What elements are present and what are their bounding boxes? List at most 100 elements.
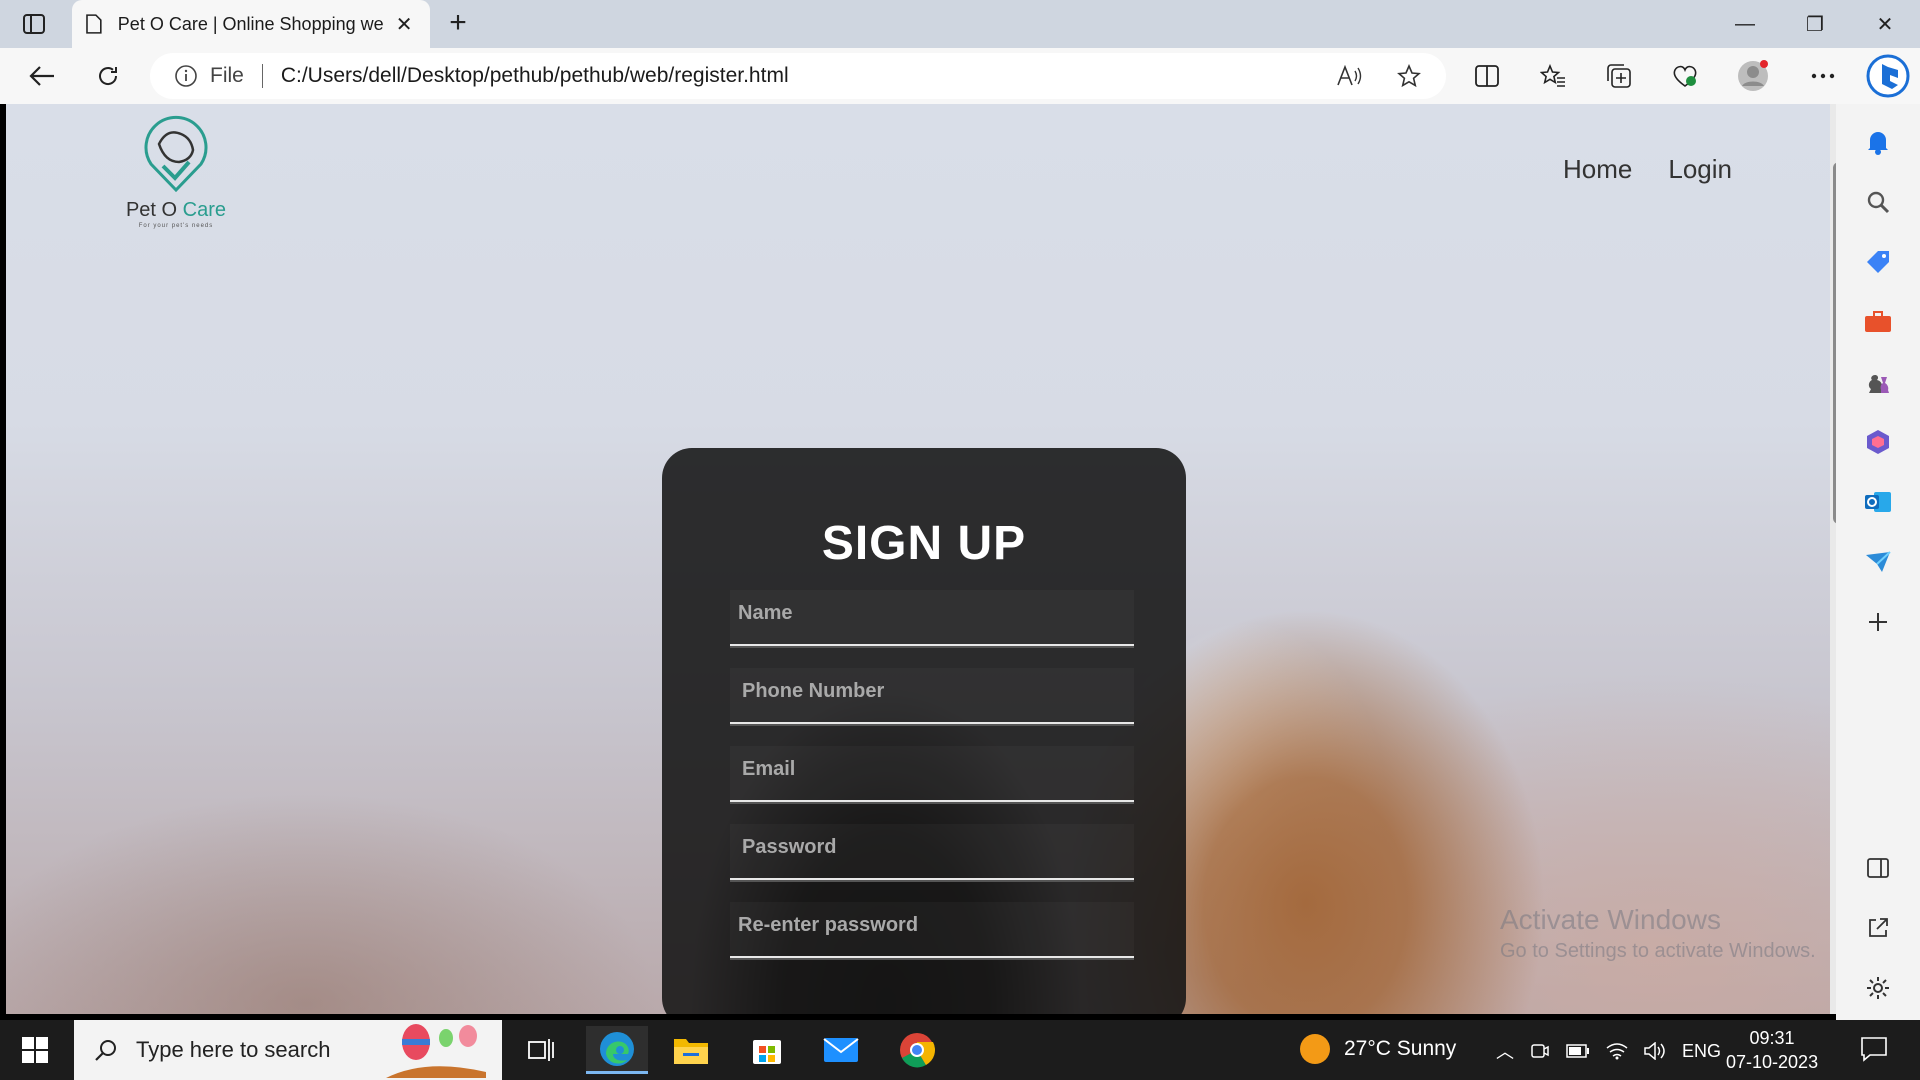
- password-field[interactable]: Password: [730, 824, 1134, 880]
- nav-login-link[interactable]: Login: [1668, 154, 1732, 185]
- profile-avatar[interactable]: [1735, 58, 1771, 94]
- chrome-browser-icon: [900, 1033, 935, 1068]
- logo-name-part1: Pet O: [125, 199, 183, 221]
- notification-bell-icon[interactable]: [1860, 124, 1896, 160]
- hide-sidebar-icon[interactable]: [1860, 850, 1896, 886]
- microsoft-365-icon[interactable]: [1860, 424, 1896, 460]
- phone-number-placeholder: Phone Number: [742, 680, 885, 702]
- file-explorer-taskbar-app[interactable]: [660, 1026, 722, 1074]
- search-icon: [95, 1040, 116, 1061]
- tab-actions-button[interactable]: [14, 8, 54, 40]
- windows-taskbar: Type here to search 27°C Sunny ︿ ENG 09:…: [0, 1020, 1920, 1080]
- task-view-icon: [528, 1039, 554, 1061]
- search-icon[interactable]: [1860, 184, 1896, 220]
- back-arrow-icon: [29, 66, 54, 86]
- windows-logo-icon: [22, 1037, 48, 1063]
- page-viewport: Pet O Care For your pet's needs Home Log…: [6, 104, 1830, 1014]
- open-external-icon[interactable]: [1860, 910, 1896, 946]
- folder-icon: [674, 1039, 708, 1064]
- logo-name-part2: Care: [182, 199, 227, 221]
- window-controls: — ❐ ✕: [1710, 0, 1920, 48]
- weather-widget[interactable]: 27°C Sunny: [1300, 1034, 1456, 1064]
- phone-number-field[interactable]: Phone Number: [730, 668, 1134, 724]
- address-bar[interactable]: File C:/Users/dell/Desktop/pethub/pethub…: [150, 53, 1446, 99]
- outlook-icon[interactable]: [1860, 484, 1896, 520]
- signup-card: SIGN UP Name Phone Number Email Password…: [662, 448, 1186, 1014]
- games-chess-icon[interactable]: [1860, 364, 1896, 400]
- chrome-taskbar-app[interactable]: [886, 1026, 948, 1074]
- meet-now-icon[interactable]: [1530, 1041, 1550, 1061]
- copilot-icon[interactable]: [1864, 52, 1912, 100]
- clock-date: 07-10-2023: [1726, 1052, 1819, 1072]
- read-aloud-icon[interactable]: [1330, 57, 1368, 95]
- notification-center-button[interactable]: [1860, 1036, 1890, 1064]
- active-tab[interactable]: Pet O Care | Online Shopping we ✕: [72, 0, 430, 48]
- browser-essentials-icon[interactable]: [1667, 58, 1703, 94]
- favorite-star-icon[interactable]: [1390, 57, 1428, 95]
- close-tab-icon[interactable]: ✕: [392, 12, 416, 37]
- mail-taskbar-app[interactable]: [810, 1026, 872, 1074]
- logo-tagline: For your pet's needs: [138, 223, 214, 229]
- taskbar-clock[interactable]: 09:31 07-10-2023: [1726, 1026, 1818, 1074]
- address-url: C:/Users/dell/Desktop/pethub/pethub/web/…: [280, 64, 789, 87]
- volume-speaker-icon[interactable]: [1644, 1042, 1666, 1060]
- reenter-password-placeholder: Re-enter password: [738, 914, 919, 936]
- edge-browser-icon: [600, 1031, 634, 1066]
- refresh-button[interactable]: [90, 58, 126, 94]
- reenter-password-field[interactable]: Re-enter password: [730, 902, 1134, 958]
- pet-heart-logo-icon: [144, 115, 208, 193]
- tab-title: Pet O Care | Online Shopping we: [117, 13, 384, 34]
- add-sidebar-app-icon[interactable]: [1860, 604, 1896, 640]
- show-hidden-icons-chevron-icon[interactable]: ︿: [1496, 1038, 1514, 1064]
- system-tray: ︿ ENG: [1496, 1038, 1721, 1064]
- close-window-button[interactable]: ✕: [1850, 0, 1920, 48]
- hot-air-balloons-icon: [386, 1024, 487, 1078]
- edge-sidebar: [1836, 104, 1920, 1020]
- start-button[interactable]: [14, 1034, 58, 1066]
- sun-weather-icon: [1300, 1034, 1330, 1064]
- name-field[interactable]: Name: [730, 590, 1134, 646]
- favorites-icon[interactable]: [1535, 58, 1571, 94]
- tab-actions-icon: [23, 14, 45, 34]
- split-screen-icon[interactable]: [1469, 58, 1505, 94]
- browser-toolbar: File C:/Users/dell/Desktop/pethub/pethub…: [0, 48, 1920, 104]
- weather-text: 27°C Sunny: [1344, 1037, 1457, 1060]
- edge-taskbar-app[interactable]: [586, 1026, 648, 1074]
- taskbar-search-box[interactable]: Type here to search: [74, 1020, 502, 1080]
- page-icon: [86, 14, 102, 34]
- minimize-button[interactable]: —: [1710, 0, 1780, 48]
- collections-icon[interactable]: [1601, 58, 1637, 94]
- shopping-tag-icon[interactable]: [1860, 244, 1896, 280]
- restore-button[interactable]: ❐: [1780, 0, 1850, 48]
- clock-time: 09:31: [1749, 1028, 1795, 1048]
- new-tab-button[interactable]: +: [440, 6, 476, 42]
- activate-line1: Activate Windows: [1500, 904, 1721, 935]
- mail-envelope-icon: [823, 1038, 859, 1062]
- name-placeholder: Name: [738, 602, 793, 624]
- address-separator: [261, 64, 263, 88]
- settings-gear-icon[interactable]: [1860, 970, 1896, 1006]
- store-taskbar-app[interactable]: [736, 1026, 798, 1074]
- info-icon: [175, 65, 197, 87]
- email-placeholder: Email: [742, 758, 796, 780]
- tools-briefcase-icon[interactable]: [1860, 304, 1896, 340]
- activate-windows-watermark: Activate Windows Go to Settings to activ…: [1500, 904, 1816, 963]
- wifi-icon[interactable]: [1606, 1042, 1628, 1060]
- address-scheme: File: [210, 64, 244, 87]
- back-button[interactable]: [24, 58, 60, 94]
- browser-tab-strip: Pet O Care | Online Shopping we ✕ + — ❐ …: [0, 0, 1920, 48]
- logo-wordmark: Pet O Care: [116, 199, 236, 222]
- send-drop-icon[interactable]: [1860, 544, 1896, 580]
- more-options-icon[interactable]: [1805, 58, 1841, 94]
- refresh-icon: [99, 67, 118, 85]
- password-placeholder: Password: [742, 836, 837, 858]
- task-view-button[interactable]: [510, 1026, 572, 1074]
- taskbar-search-placeholder: Type here to search: [136, 1037, 331, 1062]
- nav-home-link[interactable]: Home: [1563, 154, 1632, 185]
- battery-icon[interactable]: [1566, 1044, 1590, 1058]
- language-indicator[interactable]: ENG: [1682, 1041, 1721, 1062]
- site-logo[interactable]: Pet O Care For your pet's needs: [116, 114, 236, 229]
- activate-line2: Go to Settings to activate Windows.: [1500, 940, 1816, 962]
- email-field[interactable]: Email: [730, 746, 1134, 802]
- signup-title: SIGN UP: [821, 517, 1027, 570]
